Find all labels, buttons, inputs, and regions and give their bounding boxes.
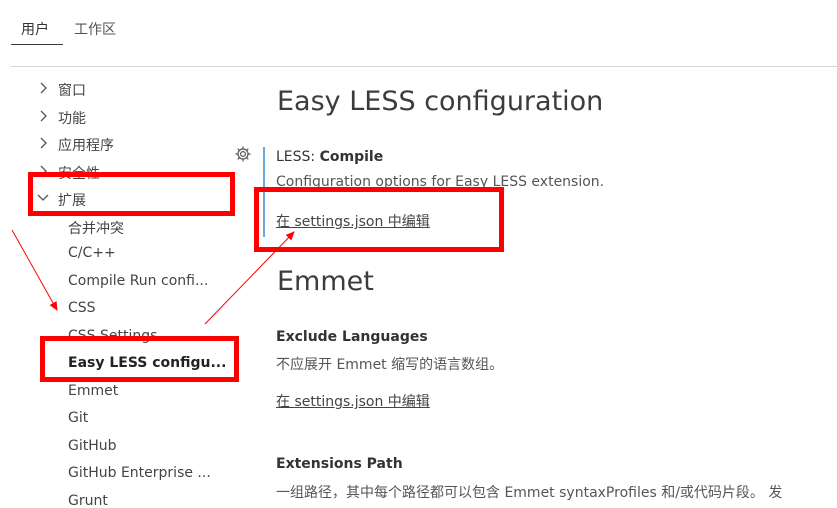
tree-item-label: Git <box>68 410 89 426</box>
tree-item-github[interactable]: GitHub <box>0 434 230 461</box>
tree-item-emmet[interactable]: Emmet <box>0 379 230 406</box>
tree-item-git[interactable]: Git <box>0 406 230 433</box>
chevron-right-icon <box>40 165 47 177</box>
tree-item-compile-run[interactable]: Compile Run confi... <box>0 269 230 296</box>
tree-item-css[interactable]: CSS <box>0 296 230 323</box>
tree-item-merge-conflict[interactable]: 合并冲突 <box>0 214 230 241</box>
settings-scope-tabs: 用户 工作区 <box>0 0 837 58</box>
tab-workspace[interactable]: 工作区 <box>74 19 116 39</box>
tree-item-label: CSS <box>68 300 96 316</box>
active-tab-indicator <box>11 44 63 45</box>
tree-item-easy-less[interactable]: Easy LESS configu... <box>0 351 230 378</box>
tree-item-label: C/C++ <box>68 245 116 261</box>
setting-category: LESS: <box>276 149 320 165</box>
tree-item-label: GitHub Enterprise ... <box>68 465 211 481</box>
tree-item-label: 安全性 <box>58 166 100 182</box>
tree-item-label: GitHub <box>68 438 117 454</box>
header-divider <box>11 66 837 67</box>
setting-title-exclude-languages: Exclude Languages <box>276 329 428 345</box>
tree-item-security[interactable]: 安全性 <box>0 159 230 186</box>
tree-item-label: 合并冲突 <box>68 221 124 237</box>
focused-setting-indicator <box>263 147 265 237</box>
setting-name: Compile <box>319 149 384 165</box>
tree-item-extensions[interactable]: 扩展 <box>0 186 230 213</box>
tree-item-grunt[interactable]: Grunt <box>0 489 230 508</box>
tree-item-label: Easy LESS configu... <box>68 355 227 371</box>
tree-item-label: 功能 <box>58 111 86 127</box>
tree-item-github-enterprise[interactable]: GitHub Enterprise ... <box>0 461 230 488</box>
tree-item-label: Grunt <box>68 493 108 508</box>
tree-item-application[interactable]: 应用程序 <box>0 131 230 158</box>
tree-item-window[interactable]: 窗口 <box>0 76 230 103</box>
section-heading-emmet: Emmet <box>277 266 374 297</box>
setting-description: 不应展开 Emmet 缩写的语言数组。 <box>276 357 504 373</box>
setting-description: 一组路径，其中每个路径都可以包含 Emmet syntaxProfiles 和/… <box>276 485 783 501</box>
tree-item-label: CSS Settings <box>68 328 158 344</box>
tree-item-css-settings[interactable]: CSS Settings <box>0 324 230 351</box>
chevron-right-icon <box>40 110 47 122</box>
tree-item-features[interactable]: 功能 <box>0 104 230 131</box>
setting-description: Configuration options for Easy LESS exte… <box>276 174 605 190</box>
tree-item-cpp[interactable]: C/C++ <box>0 241 230 268</box>
setting-name: Exclude Languages <box>276 329 428 345</box>
settings-tree: 窗口 功能 应用程序 安全性 扩展 合并冲突 C/C++ Compile Run… <box>0 68 230 508</box>
chevron-right-icon <box>40 82 47 94</box>
tree-item-label: 扩展 <box>58 193 86 209</box>
setting-title-less-compile: LESS: Compile <box>276 149 383 165</box>
tree-item-label: Compile Run confi... <box>68 273 209 289</box>
edit-in-settings-json-link[interactable]: 在 settings.json 中编辑 <box>276 391 430 411</box>
tree-item-label: 应用程序 <box>58 138 114 154</box>
tab-user[interactable]: 用户 <box>21 19 49 39</box>
chevron-down-icon <box>37 194 49 201</box>
tree-item-label: Emmet <box>68 383 119 399</box>
edit-in-settings-json-link[interactable]: 在 settings.json 中编辑 <box>276 211 430 231</box>
gear-icon[interactable] <box>234 145 252 163</box>
section-heading-easy-less: Easy LESS configuration <box>277 86 604 117</box>
setting-name: Extensions Path <box>276 456 403 472</box>
chevron-right-icon <box>40 137 47 149</box>
tree-item-label: 窗口 <box>58 83 86 99</box>
setting-title-extensions-path: Extensions Path <box>276 456 403 472</box>
